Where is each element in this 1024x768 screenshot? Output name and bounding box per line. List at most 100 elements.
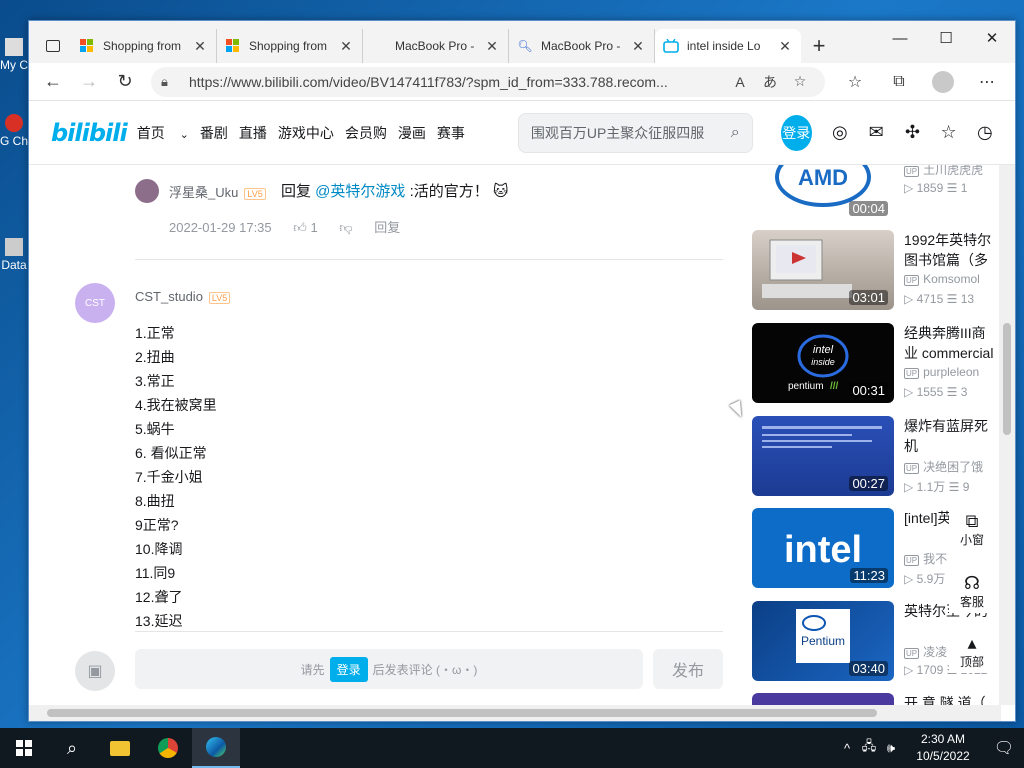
- send-button[interactable]: 发布: [653, 649, 723, 689]
- tab-1[interactable]: Shopping from ✕: [71, 29, 217, 63]
- video-title[interactable]: 爆炸有蓝屏死机: [904, 416, 996, 456]
- dynamic-icon[interactable]: ✣: [894, 122, 930, 143]
- tab-4[interactable]: 🔍︎ MacBook Pro - ✕: [509, 29, 655, 63]
- video-thumbnail[interactable]: 00:27: [752, 416, 894, 496]
- scroll-thumb[interactable]: [47, 709, 877, 717]
- minimize-button[interactable]: —: [877, 21, 923, 55]
- maximize-button[interactable]: ☐: [923, 21, 969, 55]
- dislike-icon[interactable]: 👎︎: [339, 220, 352, 235]
- like-count: 1: [310, 220, 318, 235]
- video-title[interactable]: 开 意 隧 道（: [904, 693, 996, 705]
- nav-live[interactable]: 直播: [239, 123, 267, 143]
- up-row: UP 决绝困了饿: [904, 458, 996, 475]
- mention-link[interactable]: @英特尔游戏: [315, 183, 405, 200]
- read-aloud-icon[interactable]: A: [725, 74, 755, 90]
- video-thumbnail[interactable]: intel 11:23: [752, 508, 894, 588]
- video-title[interactable]: 1992年英特尔 图书馆篇（多语: [904, 230, 996, 270]
- up-name[interactable]: 决绝困了饿: [923, 460, 983, 474]
- close-tab-icon[interactable]: ✕: [338, 38, 354, 55]
- recommended-video[interactable]: 开 意 隧 道（: [752, 693, 1001, 705]
- search-icon[interactable]: ⌕: [731, 124, 740, 142]
- history-icon[interactable]: ◷: [967, 122, 1003, 143]
- video-thumbnail[interactable]: Pentium 03:40: [752, 601, 894, 681]
- close-window-button[interactable]: ✕: [969, 21, 1015, 55]
- close-tab-icon[interactable]: ✕: [777, 38, 793, 55]
- video-thumbnail[interactable]: AMD 00:04: [752, 165, 894, 221]
- file-explorer-button[interactable]: [96, 728, 144, 768]
- avatar[interactable]: [135, 179, 159, 203]
- bilibili-logo[interactable]: bilibili: [51, 119, 128, 147]
- notification-icon[interactable]: 🗨︎: [984, 738, 1024, 758]
- close-tab-icon[interactable]: ✕: [192, 38, 208, 55]
- desktop-icon-my-computer[interactable]: My C: [0, 38, 28, 72]
- more-menu-icon[interactable]: ⋯: [965, 67, 1009, 97]
- chrome-button[interactable]: [144, 728, 192, 768]
- nav-home[interactable]: 首页 ⌄: [137, 123, 189, 143]
- video-title[interactable]: 经典奔腾III商业 commercial - I: [904, 323, 996, 363]
- network-icon[interactable]: 🖧︎: [858, 737, 880, 759]
- recommended-video[interactable]: 03:01 1992年英特尔 图书馆篇（多语 UPKomsomol ▷ 4715…: [752, 230, 1001, 312]
- reply-button[interactable]: 回复: [374, 220, 400, 235]
- nav-anime[interactable]: 番剧: [200, 123, 228, 143]
- search-input[interactable]: 围观百万UP主聚众征服四服 ⌕: [517, 112, 753, 153]
- tab-5-active[interactable]: intel inside Lo ✕: [655, 29, 801, 63]
- profile-button[interactable]: [921, 67, 965, 97]
- desktop-icon-chrome[interactable]: G Ch: [0, 114, 28, 148]
- customer-service-button[interactable]: ☊ 客服: [949, 573, 995, 613]
- search-button[interactable]: ⌕: [48, 728, 96, 768]
- clock[interactable]: 2:30 AM 10/5/2022: [902, 731, 984, 765]
- microsoft-icon: [225, 38, 241, 54]
- comment-input[interactable]: 请先 登录 后发表评论 (・ω・): [135, 649, 643, 689]
- url-field[interactable]: 🔒︎ https://www.bilibili.com/video/BV1474…: [151, 66, 825, 97]
- back-button[interactable]: ←: [35, 67, 71, 97]
- avatar[interactable]: CST: [75, 283, 115, 323]
- nav-game-center[interactable]: 游戏中心: [278, 123, 334, 143]
- recommended-video[interactable]: AMD 00:04 UP 土川虎虎虎 ▷ 1859 ☰ 1: [752, 165, 1001, 223]
- nav-membership-shop[interactable]: 会员购: [345, 123, 387, 143]
- up-name[interactable]: 土川虎虎虎: [923, 165, 983, 177]
- add-favorite-icon[interactable]: ☆: [785, 73, 815, 90]
- vertical-scrollbar[interactable]: [999, 165, 1015, 705]
- up-name[interactable]: Komsomol: [923, 272, 980, 286]
- composer-login-button[interactable]: 登录: [329, 656, 368, 682]
- new-tab-button[interactable]: +: [801, 29, 837, 63]
- nav-esports[interactable]: 赛事: [437, 123, 465, 143]
- danmaku-icon: ☰: [946, 181, 958, 195]
- favorites-icon[interactable]: ☆: [833, 67, 877, 97]
- login-button[interactable]: 登录: [780, 114, 812, 151]
- svg-text:Pentium: Pentium: [801, 634, 845, 648]
- volume-icon[interactable]: 🕪︎: [880, 740, 902, 756]
- nav-manga[interactable]: 漫画: [398, 123, 426, 143]
- video-thumbnail[interactable]: 03:01: [752, 230, 894, 310]
- start-button[interactable]: [0, 728, 48, 768]
- back-to-top-button[interactable]: ▴ 顶部: [949, 633, 995, 673]
- up-name[interactable]: 我不: [923, 552, 947, 566]
- chevron-up-icon[interactable]: ^: [836, 741, 858, 756]
- message-icon[interactable]: ✉: [858, 122, 894, 143]
- tab-actions-button[interactable]: [35, 29, 71, 63]
- edge-button[interactable]: [192, 728, 240, 768]
- tab-2[interactable]: Shopping from ✕: [217, 29, 363, 63]
- mini-window-button[interactable]: ⧉ 小窗: [949, 511, 995, 551]
- collections-icon[interactable]: ⧉: [877, 67, 921, 97]
- favorite-icon[interactable]: ☆: [931, 122, 967, 143]
- recommended-video[interactable]: intel inside pentium /// 00:31 经典奔腾III商业 co…: [752, 323, 1001, 405]
- vip-icon[interactable]: ◎: [822, 122, 858, 143]
- up-name[interactable]: 凌凌: [923, 645, 947, 659]
- comment-username[interactable]: CST_studio: [135, 289, 203, 304]
- reply-username[interactable]: 浮星桑_Uku: [169, 185, 238, 200]
- video-thumbnail[interactable]: intel inside pentium /// 00:31: [752, 323, 894, 403]
- scroll-thumb[interactable]: [1003, 323, 1011, 435]
- refresh-button[interactable]: ↻: [107, 67, 143, 97]
- translate-icon[interactable]: あ: [755, 72, 785, 92]
- tab-3[interactable]: MacBook Pro - ✕: [363, 29, 509, 63]
- close-tab-icon[interactable]: ✕: [484, 38, 500, 55]
- recommended-video[interactable]: 00:27 爆炸有蓝屏死机 UP 决绝困了饿 ▷ 1.1万 ☰ 9: [752, 416, 1001, 498]
- desktop-icon-data[interactable]: Data: [0, 238, 28, 272]
- video-thumbnail[interactable]: [752, 693, 894, 705]
- close-tab-icon[interactable]: ✕: [630, 38, 646, 55]
- horizontal-scrollbar[interactable]: [29, 705, 1001, 721]
- up-name[interactable]: purpleleon: [923, 365, 979, 379]
- like-icon[interactable]: 👍︎: [293, 220, 307, 235]
- forward-button[interactable]: →: [71, 67, 107, 97]
